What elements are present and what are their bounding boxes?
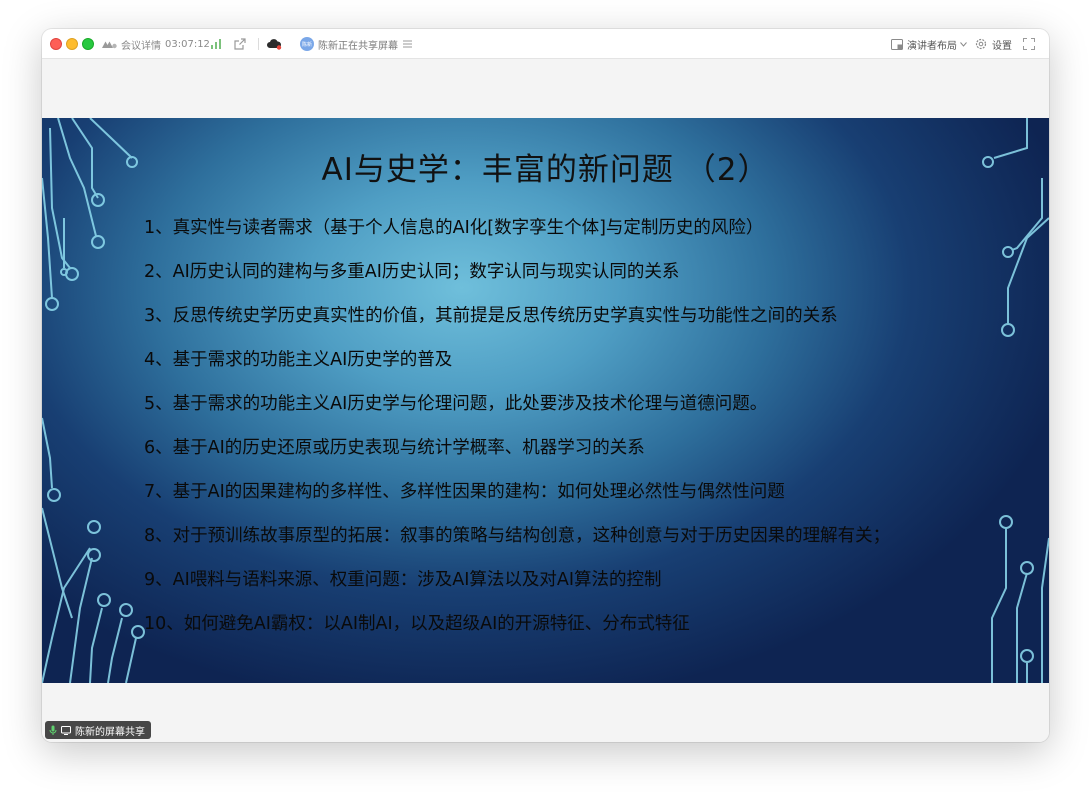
chevron-down-icon — [960, 41, 967, 47]
screen-share-badge[interactable]: 陈新的屏幕共享 — [45, 721, 151, 739]
gear-icon — [975, 38, 987, 50]
screen-share-label: 陈新的屏幕共享 — [75, 726, 145, 738]
recording-cloud-button[interactable] — [266, 29, 282, 59]
meeting-window: 会议详情 03:07:12 陈新 陈新正在共享屏幕 演讲者布局 设置 AI与史学… — [42, 29, 1049, 742]
close-window-button[interactable] — [50, 38, 62, 50]
sharing-status-text: 陈新正在共享屏幕 — [318, 40, 398, 52]
settings-button[interactable]: 设置 — [975, 29, 1012, 59]
sharing-status[interactable]: 陈新 陈新正在共享屏幕 — [300, 29, 412, 59]
slide-item-3: 3、反思传统史学历史真实性的价值，其前提是反思传统历史学真实性与功能性之间的关系 — [144, 306, 838, 326]
presenter-layout-button[interactable]: 演讲者布局 — [891, 29, 967, 59]
zoom-window-button[interactable] — [82, 38, 94, 50]
divider — [258, 29, 259, 59]
sharer-avatar: 陈新 — [300, 37, 314, 51]
menu-list-icon — [403, 40, 412, 48]
meeting-logo-icon — [102, 41, 117, 48]
screen-share-icon — [61, 725, 71, 735]
signal-bars-icon — [211, 39, 221, 49]
meeting-details-button[interactable]: 会议详情 — [102, 29, 161, 59]
slide-bullet-list: 1、真实性与读者需求（基于个人信息的AI化[数字孪生个体]与定制历史的风险） 2… — [144, 216, 1024, 656]
presenter-layout-label: 演讲者布局 — [907, 40, 957, 52]
minimize-window-button[interactable] — [66, 38, 78, 50]
slide-item-6: 6、基于AI的历史还原或历史表现与统计学概率、机器学习的关系 — [144, 438, 645, 458]
settings-label: 设置 — [992, 40, 1012, 52]
slide-item-5: 5、基于需求的功能主义AI历史学与伦理问题，此处要涉及技术伦理与道德问题。 — [144, 394, 768, 414]
slide-item-2: 2、AI历史认同的建构与多重AI历史认同；数字认同与现实认同的关系 — [144, 262, 680, 282]
external-link-icon — [234, 38, 246, 50]
pop-out-button[interactable] — [234, 29, 246, 59]
slide-item-1: 1、真实性与读者需求（基于个人信息的AI化[数字孪生个体]与定制历史的风险） — [144, 218, 764, 238]
slide-item-9: 9、AI喂料与语料来源、权重问题：涉及AI算法以及对AI算法的控制 — [144, 570, 662, 590]
title-bar: 会议详情 03:07:12 陈新 陈新正在共享屏幕 演讲者布局 设置 — [42, 29, 1049, 59]
meeting-timer: 03:07:12 — [165, 29, 210, 59]
fullscreen-button[interactable] — [1023, 29, 1035, 59]
shared-screen-slide[interactable]: AI与史学：丰富的新问题 （2） 1、真实性与读者需求（基于个人信息的AI化[数… — [42, 118, 1049, 683]
slide-item-7: 7、基于AI的因果建构的多样性、多样性因果的建构：如何处理必然性与偶然性问题 — [144, 482, 785, 502]
slide-item-4: 4、基于需求的功能主义AI历史学的普及 — [144, 350, 453, 370]
timer-text: 03:07:12 — [165, 38, 210, 50]
stage-bottom-padding — [42, 683, 1049, 742]
cloud-recording-icon — [267, 39, 282, 50]
fullscreen-icon — [1023, 38, 1035, 50]
layout-icon — [891, 38, 903, 50]
meeting-details-label: 会议详情 — [121, 40, 161, 52]
slide-title: AI与史学：丰富的新问题 （2） — [321, 152, 770, 188]
microphone-icon — [49, 725, 57, 735]
slide-item-10: 10、如何避免AI霸权：以AI制AI，以及超级AI的开源特征、分布式特征 — [144, 614, 690, 634]
network-signal-indicator[interactable] — [211, 29, 222, 59]
slide-item-8: 8、对于预训练故事原型的拓展：叙事的策略与结构创意，这种创意与对于历史因果的理解… — [144, 526, 891, 546]
